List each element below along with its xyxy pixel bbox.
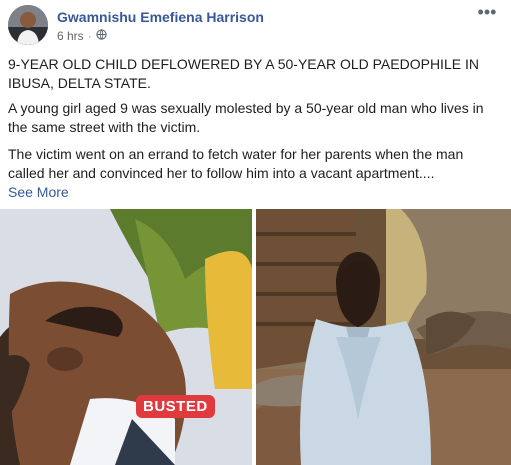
post-paragraph: The victim went on an errand to fetch wa… (8, 145, 498, 202)
post-body: 9-YEAR OLD CHILD DEFLOWERED BY A 50-YEAR… (8, 55, 498, 210)
meta-separator: · (87, 29, 92, 43)
photo-grid: BUSTED (0, 209, 511, 465)
post-paragraph-text: The victim went on an errand to fetch wa… (8, 146, 464, 181)
photo-right[interactable] (256, 209, 511, 465)
busted-badge: BUSTED (136, 395, 215, 418)
author-name[interactable]: Gwamnishu Emefiena Harrison (57, 9, 264, 25)
post-header: Gwamnishu Emefiena Harrison 6 hrs · ••• (8, 3, 503, 47)
ellipsis-icon: ••• (477, 2, 497, 22)
see-more-link[interactable]: See More (8, 184, 69, 200)
post-paragraph: A young girl aged 9 was sexually moleste… (8, 100, 484, 135)
photo-left[interactable]: BUSTED (0, 209, 252, 465)
post-headline: 9-YEAR OLD CHILD DEFLOWERED BY A 50-YEAR… (8, 56, 479, 91)
avatar[interactable] (8, 5, 48, 45)
post-card: Gwamnishu Emefiena Harrison 6 hrs · ••• … (0, 0, 511, 465)
post-timestamp[interactable]: 6 hrs (57, 29, 84, 43)
post-meta: 6 hrs · (57, 29, 107, 43)
more-options-button[interactable]: ••• (477, 3, 497, 23)
globe-icon (96, 29, 107, 43)
